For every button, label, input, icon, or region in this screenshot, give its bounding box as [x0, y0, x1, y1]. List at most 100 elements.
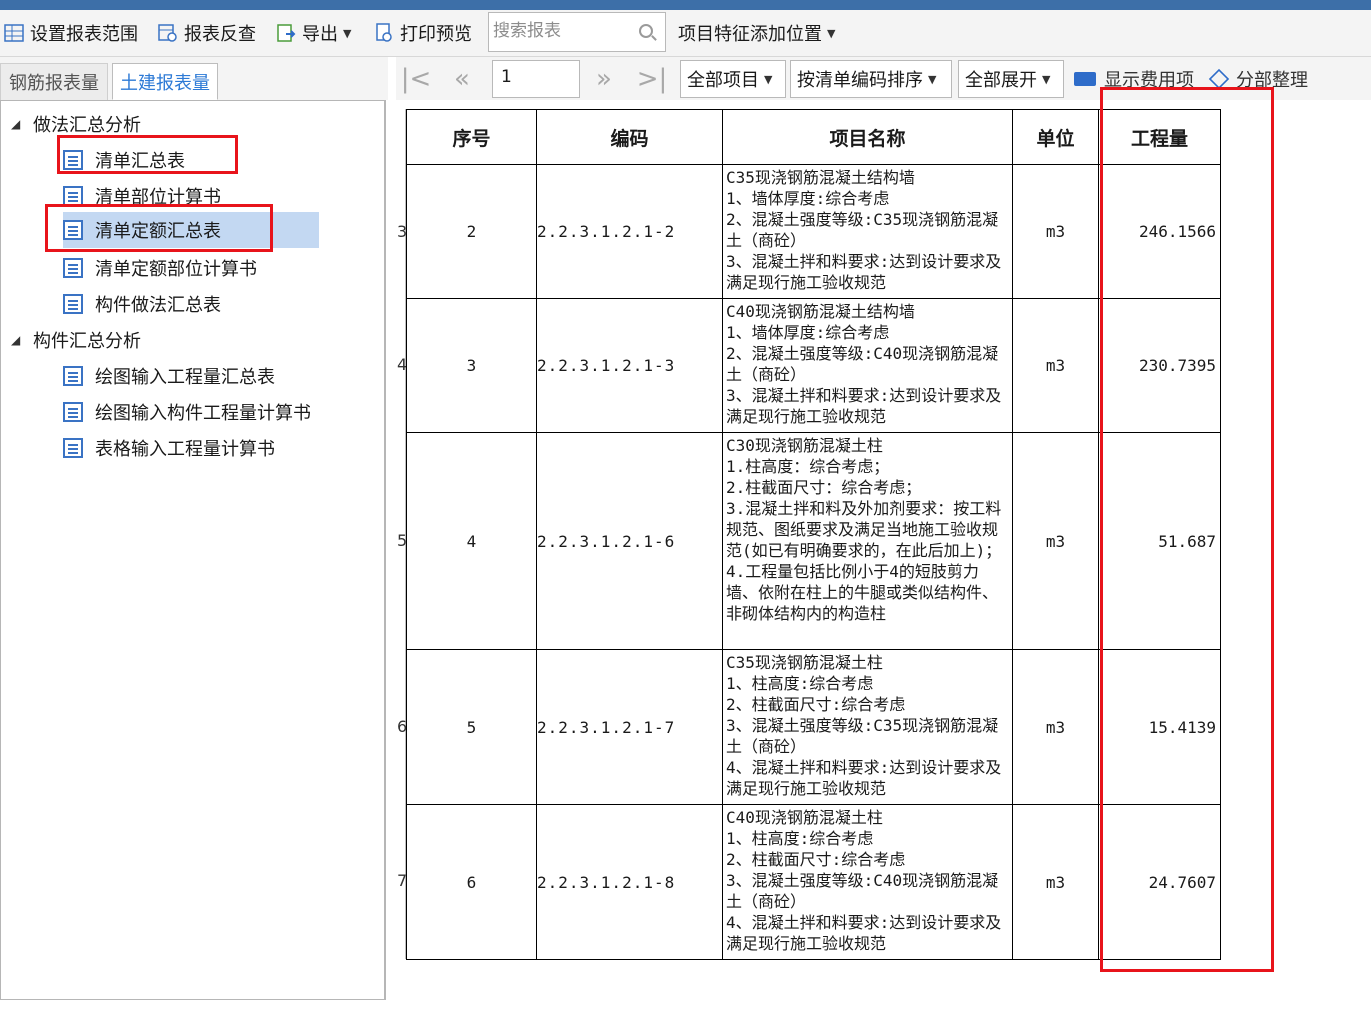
scope-select-value: 全部项目 [687, 70, 759, 91]
last-page-icon[interactable]: >| [634, 61, 670, 97]
table-header-row: 序号 编码 项目名称 单位 工程量 [406, 109, 1221, 165]
tree-item-bill-quota-summary[interactable]: 清单定额汇总表 [63, 212, 319, 248]
search-icon[interactable] [639, 24, 653, 38]
document-icon [63, 150, 83, 170]
cell-item-name: C40现浇钢筋混凝土柱 1、柱高度:综合考虑 2、柱截面尺寸:综合考虑 3、混凝… [722, 804, 1013, 960]
organize-button[interactable]: 分部整理 [1208, 60, 1308, 98]
set-range-button[interactable]: 设置报表范围 [4, 10, 138, 56]
document-icon [63, 220, 83, 240]
cell-code: 2.2.3.1.2.1-6 [536, 432, 723, 650]
table-search-icon [158, 23, 178, 43]
feature-position-label: 项目特征添加位置 [678, 24, 822, 45]
document-icon [63, 402, 83, 422]
name-line: C35现浇钢筋混凝土结构墙 [726, 168, 915, 187]
cell-unit: m3 [1012, 164, 1099, 299]
document-icon [63, 294, 83, 314]
cell-item-name: C40现浇钢筋混凝土结构墙 1、墙体厚度:综合考虑 2、混凝土强度等级:C40现… [722, 298, 1013, 433]
feature-position-dropdown[interactable]: 项目特征添加位置 ▼ [678, 10, 835, 56]
cell-index: 4 [406, 432, 537, 650]
name-line: 3、混凝土强度等级:C35现浇钢筋混凝土（商砼） [726, 716, 999, 756]
document-icon [63, 366, 83, 386]
name-line: 2、混凝土强度等级:C40现浇钢筋混凝土（商砼） [726, 344, 999, 384]
name-line: 4.工程量包括比例小于4的短肢剪力墙、依附在柱上的牛腿或类似结构件、非砌体结构内… [726, 562, 999, 623]
table-row: 2 2.2.3.1.2.1-2 C35现浇钢筋混凝土结构墙 1、墙体厚度:综合考… [406, 164, 1221, 299]
report-search [488, 12, 666, 52]
header-code: 编码 [536, 109, 723, 165]
header-quantity: 工程量 [1098, 109, 1221, 165]
report-toolbar: |< « 1 » >| 全部项目 ▼ 按清单编码排序 ▼ 全部展开 ▼ 显示费用… [396, 57, 1371, 100]
prev-page-icon[interactable]: « [444, 61, 480, 97]
cell-index: 3 [406, 298, 537, 433]
name-line: C40现浇钢筋混凝土柱 [726, 808, 883, 827]
chevron-down-icon: ▼ [343, 26, 352, 40]
collapse-triangle-icon[interactable]: ◢ [11, 117, 33, 131]
tree-group-component-summary[interactable]: ◢ 构件汇总分析 [11, 322, 141, 358]
name-line: 2.柱截面尺寸：综合考虑； [726, 478, 922, 497]
report-tree: ◢ 做法汇总分析 清单汇总表 清单部位计算书 清单定额汇总表 清单定额部位计算书… [0, 100, 386, 1000]
tree-item-label: 清单部位计算书 [95, 187, 221, 208]
title-bar-strip [0, 0, 1371, 10]
tree-item-label: 清单汇总表 [95, 151, 185, 172]
header-item-name: 项目名称 [722, 109, 1013, 165]
name-line: 4、混凝土拌和料要求:达到设计要求及满足现行施工验收规范 [726, 758, 1002, 798]
name-line: 3、混凝土拌和料要求:达到设计要求及满足现行施工验收规范 [726, 252, 1002, 292]
cell-index: 2 [406, 164, 537, 299]
name-line: 1、柱高度:综合考虑 [726, 674, 874, 693]
tree-item-table-quantity-calc[interactable]: 表格输入工程量计算书 [63, 430, 275, 466]
chevron-down-icon: ▼ [928, 72, 937, 86]
first-page-icon[interactable]: |< [398, 61, 434, 97]
tree-item-component-method-summary[interactable]: 构件做法汇总表 [63, 286, 221, 322]
report-table: 序号 编码 项目名称 单位 工程量 2 2.2.3.1.2.1-2 C35现浇钢… [406, 109, 1221, 960]
header-unit: 单位 [1012, 109, 1099, 165]
table-row: 6 2.2.3.1.2.1-8 C40现浇钢筋混凝土柱 1、柱高度:综合考虑 2… [406, 804, 1221, 960]
print-preview-button[interactable]: 打印预览 [374, 10, 472, 56]
money-icon [1074, 72, 1096, 86]
table-row: 3 2.2.3.1.2.1-3 C40现浇钢筋混凝土结构墙 1、墙体厚度:综合考… [406, 298, 1221, 433]
page-number-input[interactable]: 1 [492, 60, 580, 98]
tree-item-label: 表格输入工程量计算书 [95, 439, 275, 460]
tree-item-drawing-quantity-summary[interactable]: 绘图输入工程量汇总表 [63, 358, 275, 394]
name-line: 2、柱截面尺寸:综合考虑 [726, 850, 906, 869]
export-label: 导出 [302, 24, 338, 45]
tree-group-label: 构件汇总分析 [33, 331, 141, 352]
next-page-icon[interactable]: » [586, 61, 622, 97]
cell-code: 2.2.3.1.2.1-7 [536, 649, 723, 805]
cell-index: 5 [406, 649, 537, 805]
cell-index: 6 [406, 804, 537, 960]
scope-select[interactable]: 全部项目 ▼ [680, 60, 786, 98]
sort-select-value: 按清单编码排序 [797, 70, 923, 91]
show-fee-button[interactable]: 显示费用项 [1074, 60, 1194, 98]
chevron-down-icon: ▼ [827, 26, 836, 40]
name-line: 1、柱高度:综合考虑 [726, 829, 874, 848]
document-icon [63, 438, 83, 458]
export-dropdown[interactable]: 导出 ▼ [276, 10, 351, 56]
tree-item-bill-location-calc[interactable]: 清单部位计算书 [63, 178, 221, 214]
set-range-label: 设置报表范围 [30, 24, 138, 45]
cell-item-name: C35现浇钢筋混凝土结构墙 1、墙体厚度:综合考虑 2、混凝土强度等级:C35现… [722, 164, 1013, 299]
expand-select[interactable]: 全部展开 ▼ [958, 60, 1064, 98]
tree-item-drawing-component-calc[interactable]: 绘图输入构件工程量计算书 [63, 394, 311, 430]
cell-item-name: C35现浇钢筋混凝土柱 1、柱高度:综合考虑 2、柱截面尺寸:综合考虑 3、混凝… [722, 649, 1013, 805]
sort-select[interactable]: 按清单编码排序 ▼ [790, 60, 952, 98]
search-input[interactable] [489, 13, 637, 49]
cell-unit: m3 [1012, 649, 1099, 805]
organize-label: 分部整理 [1236, 70, 1308, 91]
name-line: 2、柱截面尺寸:综合考虑 [726, 695, 906, 714]
print-preview-icon [374, 23, 394, 43]
name-line: 1、墙体厚度:综合考虑 [726, 323, 890, 342]
reverse-check-button[interactable]: 报表反查 [158, 10, 256, 56]
tab-rebar[interactable]: 钢筋报表量 [0, 63, 108, 100]
tab-civil[interactable]: 土建报表量 [112, 63, 218, 100]
tree-group-method-summary[interactable]: ◢ 做法汇总分析 [11, 106, 141, 142]
collapse-triangle-icon[interactable]: ◢ [11, 333, 33, 347]
cell-unit: m3 [1012, 804, 1099, 960]
name-line: 2、混凝土强度等级:C35现浇钢筋混凝土（商砼） [726, 210, 999, 250]
report-type-tabs: 钢筋报表量 土建报表量 [0, 57, 388, 100]
cell-code: 2.2.3.1.2.1-8 [536, 804, 723, 960]
tree-item-bill-quota-location-calc[interactable]: 清单定额部位计算书 [63, 250, 257, 286]
export-icon [276, 23, 296, 43]
cell-unit: m3 [1012, 432, 1099, 650]
cell-quantity: 246.1566 [1098, 164, 1221, 299]
chevron-down-icon: ▼ [764, 72, 773, 86]
tree-item-bill-summary[interactable]: 清单汇总表 [63, 142, 185, 178]
